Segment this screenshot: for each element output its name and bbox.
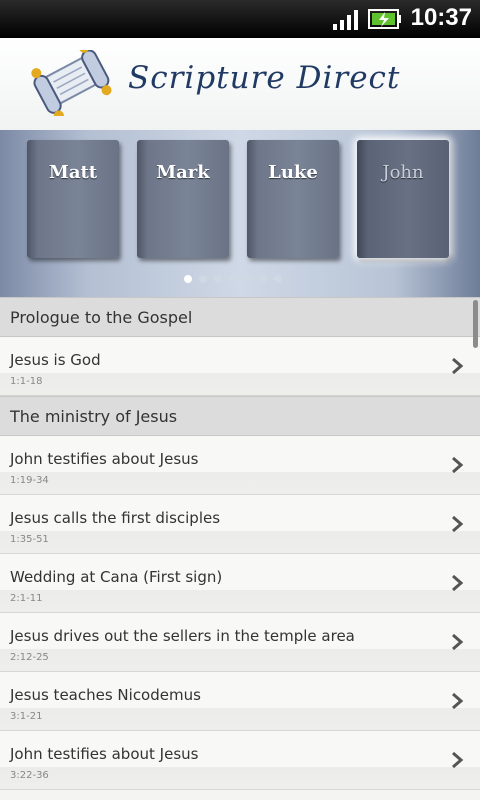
page-dot: [259, 275, 267, 283]
item-title: Jesus drives out the sellers in the temp…: [10, 627, 355, 645]
section-header: Prologue to the Gospel: [0, 297, 480, 337]
clock: 10:37: [410, 4, 472, 31]
list-item[interactable]: John testifies about Jesus 1:19-34: [0, 436, 480, 495]
page-dot: [184, 275, 192, 283]
page-dot: [274, 275, 282, 283]
chevron-right-icon: [452, 357, 464, 375]
chevron-right-icon: [452, 633, 464, 651]
list-item[interactable]: Jesus drives out the sellers in the temp…: [0, 613, 480, 672]
item-title: John testifies about Jesus: [10, 450, 199, 468]
signal-icon: [333, 10, 358, 30]
page-indicator: [184, 275, 289, 285]
book-luke[interactable]: Luke: [247, 140, 339, 258]
item-reference: 1:19-34: [10, 475, 49, 486]
book-mark[interactable]: Mark: [137, 140, 229, 258]
item-title: Jesus teaches Nicodemus: [10, 686, 201, 704]
item-reference: 1:1-18: [10, 376, 43, 387]
list-item[interactable]: Wedding at Cana (First sign) 2:1-11: [0, 554, 480, 613]
book-label: Luke: [268, 162, 318, 183]
item-reference: 2:1-11: [10, 593, 43, 604]
chevron-right-icon: [452, 692, 464, 710]
list-item[interactable]: Jesus calls the first disciples 1:35-51: [0, 495, 480, 554]
scroll-logo-icon: [31, 50, 112, 116]
book-label: Mark: [156, 162, 210, 183]
book-carousel[interactable]: Matt Mark Luke John: [0, 130, 480, 297]
chevron-right-icon: [452, 456, 464, 474]
book-label: John: [382, 162, 424, 183]
chevron-right-icon: [452, 751, 464, 769]
scrollbar[interactable]: [473, 300, 478, 348]
item-reference: 2:12-25: [10, 652, 49, 663]
item-reference: 3:22-36: [10, 770, 49, 781]
item-title: Jesus is God: [10, 351, 101, 369]
section-header: The ministry of Jesus: [0, 396, 480, 436]
item-reference: 3:1-21: [10, 711, 43, 722]
page-dot: [199, 275, 207, 283]
book-john[interactable]: John: [357, 140, 449, 258]
app-title: Scripture Direct: [128, 60, 401, 96]
list-item[interactable]: Jesus teaches Nicodemus 3:1-21: [0, 672, 480, 731]
passage-list[interactable]: Prologue to the Gospel Jesus is God 1:1-…: [0, 297, 480, 800]
item-title: Jesus calls the first disciples: [10, 509, 221, 527]
item-title: John testifies about Jesus: [10, 745, 199, 763]
page-dot: [244, 275, 252, 283]
battery-charging-icon: [368, 9, 401, 29]
status-bar: 10:37: [0, 0, 480, 38]
item-title: Wedding at Cana (First sign): [10, 568, 223, 586]
chevron-right-icon: [452, 574, 464, 592]
list-item[interactable]: Jesus is God 1:1-18: [0, 337, 480, 396]
book-label: Matt: [48, 162, 98, 183]
book-matt[interactable]: Matt: [27, 140, 119, 258]
page-dot: [214, 275, 222, 283]
item-reference: 1:35-51: [10, 534, 49, 545]
list-item[interactable]: John testifies about Jesus 3:22-36: [0, 731, 480, 790]
app-header: Scripture Direct: [0, 38, 480, 131]
chevron-right-icon: [452, 515, 464, 533]
page-dot: [229, 275, 237, 283]
